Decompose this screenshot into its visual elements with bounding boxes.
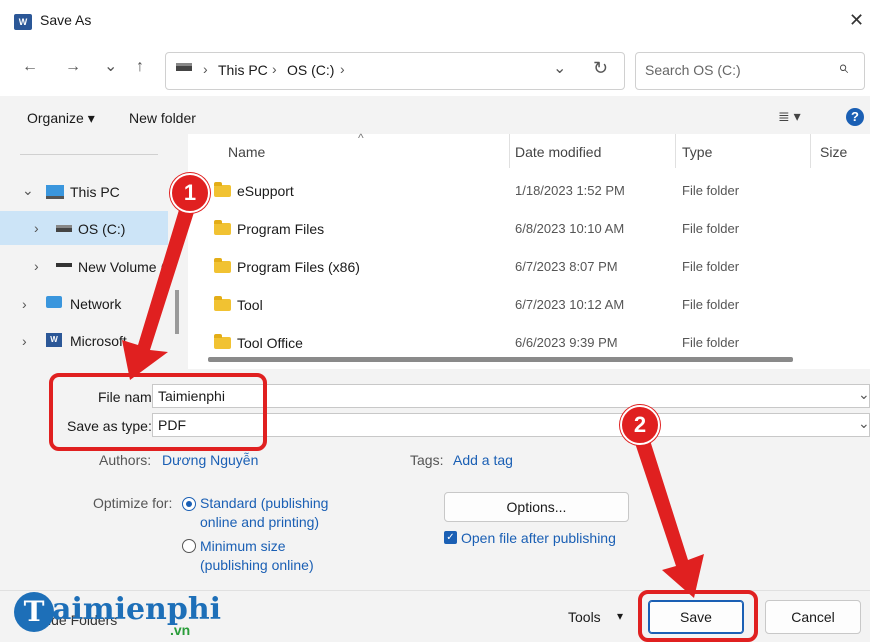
annotation-step-2-badge: 2 [620,405,660,445]
annotation-arrows [122,200,704,598]
annotation-arrow-1 [122,200,196,380]
annotation-step-1-badge: 1 [170,173,210,213]
annotation-arrow-2 [634,434,704,598]
